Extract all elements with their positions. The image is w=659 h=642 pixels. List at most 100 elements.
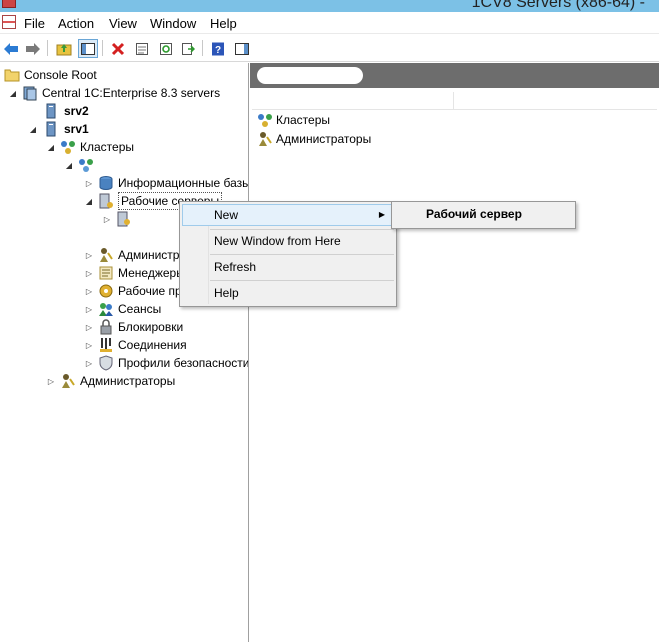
tree-item-label: Соединения [118, 338, 187, 352]
expand-arrow-icon[interactable]: ▷ [84, 318, 94, 336]
tree-item-label: Central 1C:Enterprise 8.3 servers [42, 86, 221, 100]
lock-icon [100, 319, 112, 335]
menu-bar: File Action View Window Help [0, 12, 659, 34]
result-pane: Кластеры Администраторы [250, 63, 659, 642]
tree-item-srv2[interactable]: srv2 [44, 102, 89, 120]
submenu-arrow-icon: ▶ [378, 210, 385, 219]
tree-item-console-root[interactable]: Console Root [4, 66, 97, 84]
menu-window[interactable]: Window [150, 16, 196, 31]
delete-icon[interactable] [108, 39, 128, 58]
tree-item-srv1[interactable]: srv1 [44, 120, 89, 138]
app-icon [2, 0, 16, 8]
title-bar: 1CV8 Servers (x86-64) - [0, 0, 659, 12]
submenu-item-working-server[interactable]: Рабочий сервер [426, 207, 522, 221]
list-item-label: Кластеры [276, 113, 330, 127]
tree-item-working-server[interactable] [116, 210, 132, 228]
server-icon [46, 103, 56, 119]
tree-item-central-servers[interactable]: Central 1C:Enterprise 8.3 servers [22, 84, 220, 102]
menu-separator [210, 280, 394, 281]
collapse-arrow-icon[interactable]: ◢ [46, 138, 56, 156]
column-divider[interactable] [453, 92, 454, 110]
context-menu-refresh[interactable]: Refresh [182, 256, 394, 278]
expand-arrow-icon[interactable]: ▷ [84, 354, 94, 372]
menu-separator [210, 254, 394, 255]
expand-arrow-icon[interactable]: ▷ [46, 372, 56, 390]
collapse-arrow-icon[interactable]: ◢ [64, 156, 74, 174]
clusters-icon [61, 141, 75, 154]
context-menu: New ▶ New Window from Here Refresh Help [179, 201, 397, 307]
toolbar-separator [47, 40, 48, 56]
result-header-bar [250, 63, 659, 88]
expand-arrow-icon[interactable]: ▷ [84, 174, 94, 192]
context-menu-new-window[interactable]: New Window from Here [182, 230, 394, 252]
up-folder-icon[interactable] [54, 39, 74, 58]
working-servers-icon [99, 193, 113, 209]
database-icon [99, 176, 113, 190]
toolbar-separator [202, 40, 203, 56]
server-icon [46, 121, 56, 137]
expand-arrow-icon[interactable]: ▷ [84, 282, 94, 300]
menu-view[interactable]: View [109, 16, 137, 31]
back-icon[interactable] [1, 39, 21, 58]
properties-icon[interactable] [132, 39, 152, 58]
folder-icon [4, 69, 20, 82]
svg-text:?: ? [215, 45, 221, 56]
show-hide-tree-icon[interactable] [78, 39, 98, 58]
tree-item-label: Console Root [24, 68, 97, 82]
refresh-icon[interactable] [156, 39, 176, 58]
list-item-clusters[interactable]: Кластеры [257, 111, 330, 129]
tree-item-label: Администраторы [80, 374, 176, 388]
administrators-icon [100, 248, 113, 262]
server-group-icon [23, 86, 37, 101]
collapse-arrow-icon[interactable]: ◢ [8, 84, 18, 102]
submenu-new: Рабочий сервер [391, 201, 576, 229]
help-icon[interactable]: ? [208, 39, 228, 58]
node-title-field [257, 67, 363, 84]
context-menu-help[interactable]: Help [182, 282, 394, 304]
collapse-arrow-icon[interactable]: ◢ [28, 120, 38, 138]
tree-item-label: Профили безопасности [118, 356, 249, 370]
tree-item-label: srv2 [64, 104, 89, 118]
shield-icon [99, 355, 113, 371]
tree-item-label: Сеансы [118, 302, 162, 316]
menu-file[interactable]: File [24, 16, 45, 31]
working-server-icon [117, 211, 130, 227]
expand-arrow-icon[interactable]: ▷ [84, 246, 94, 264]
menu-item-label: New [214, 208, 239, 222]
tree-item-server-admins[interactable]: Администраторы [60, 372, 175, 390]
menu-help[interactable]: Help [210, 16, 237, 31]
clusters-icon [258, 114, 272, 127]
list-item-administrators[interactable]: Администраторы [257, 130, 371, 148]
administrators-icon [62, 374, 75, 388]
tree-item-label: Информационные базы [118, 176, 249, 190]
expand-arrow-icon[interactable]: ▷ [84, 264, 94, 282]
column-header[interactable] [252, 90, 657, 110]
expand-arrow-icon[interactable]: ▷ [84, 336, 94, 354]
tree-item-connections[interactable]: Соединения [98, 336, 187, 354]
sessions-icon [99, 303, 113, 316]
tree-item-sessions[interactable]: Сеансы [98, 300, 161, 318]
connections-icon [100, 338, 112, 352]
tree-item-label: Блокировки [118, 320, 184, 334]
tree-item-clusters[interactable]: Кластеры [60, 138, 134, 156]
window-title: 1CV8 Servers (x86-64) - [471, 0, 645, 11]
toolbar-separator [102, 40, 103, 56]
administrators-icon [259, 132, 272, 146]
context-menu-new[interactable]: New ▶ [182, 204, 394, 226]
menu-item-label: Refresh [214, 260, 257, 274]
list-item-label: Администраторы [276, 132, 372, 146]
menu-item-label: New Window from Here [214, 234, 341, 248]
show-hide-action-pane-icon[interactable] [232, 39, 252, 58]
tree-item-label: srv1 [64, 122, 89, 136]
expand-arrow-icon[interactable]: ▷ [84, 300, 94, 318]
tree-item-security-profiles[interactable]: Профили безопасности [98, 354, 249, 372]
tree-item-infobases[interactable]: Информационные базы [98, 174, 249, 192]
collapse-arrow-icon[interactable]: ◢ [84, 192, 94, 210]
tree-item-locks[interactable]: Блокировки [98, 318, 183, 336]
tree-item-cluster[interactable] [78, 156, 98, 174]
forward-icon[interactable] [23, 39, 43, 58]
export-list-icon[interactable] [178, 39, 198, 58]
menu-action[interactable]: Action [58, 16, 94, 31]
system-menu-icon[interactable] [2, 15, 16, 29]
expand-arrow-icon[interactable]: ▷ [102, 210, 112, 228]
